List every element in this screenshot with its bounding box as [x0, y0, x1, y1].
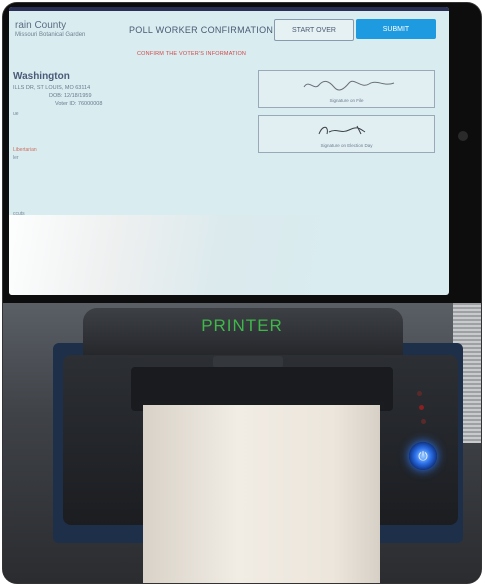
receipt-paper — [143, 405, 380, 583]
field-fragment: ue — [13, 111, 19, 117]
signature-caption: Signature on File — [329, 98, 364, 103]
status-led — [419, 405, 424, 410]
signature-on-file-box: Signature on File — [258, 70, 435, 108]
status-led — [421, 419, 426, 424]
start-over-button[interactable]: START OVER — [274, 19, 354, 41]
screen-glare — [9, 215, 449, 295]
voter-dob: DOB: 12/18/1959 — [49, 93, 92, 99]
voter-name: Washington — [13, 71, 70, 82]
page-title: POLL WORKER CONFIRMATION — [129, 25, 274, 35]
signature-on-election-day-box: Signature on Election Day — [258, 115, 435, 153]
status-bar — [9, 7, 449, 11]
camera-icon — [458, 131, 468, 141]
tablet-screen: rain County Missouri Botanical Garden PO… — [9, 7, 449, 295]
submit-button[interactable]: SUBMIT — [356, 19, 436, 39]
polling-location: Missouri Botanical Garden — [15, 32, 86, 38]
voter-address: ILLS DR, ST LOUIS, MO 63114 — [13, 85, 91, 91]
status-led — [417, 391, 422, 396]
power-icon[interactable]: ⏻ — [409, 442, 437, 470]
field-fragment: ler — [13, 155, 19, 161]
confirm-message: CONFIRM THE VOTER'S INFORMATION — [137, 51, 247, 57]
signature-caption: Signature on Election Day — [320, 143, 373, 148]
county-name: rain County — [15, 20, 67, 31]
voter-id: Voter ID: 76000008 — [55, 101, 103, 107]
signature-image — [303, 80, 395, 91]
signature-image — [318, 125, 366, 135]
photo-frame: rain County Missouri Botanical Garden PO… — [3, 3, 481, 583]
tablet-device: rain County Missouri Botanical Garden PO… — [3, 3, 481, 303]
printer-label: PRINTER — [201, 316, 283, 335]
party-fragment: Libertarian — [13, 147, 37, 153]
